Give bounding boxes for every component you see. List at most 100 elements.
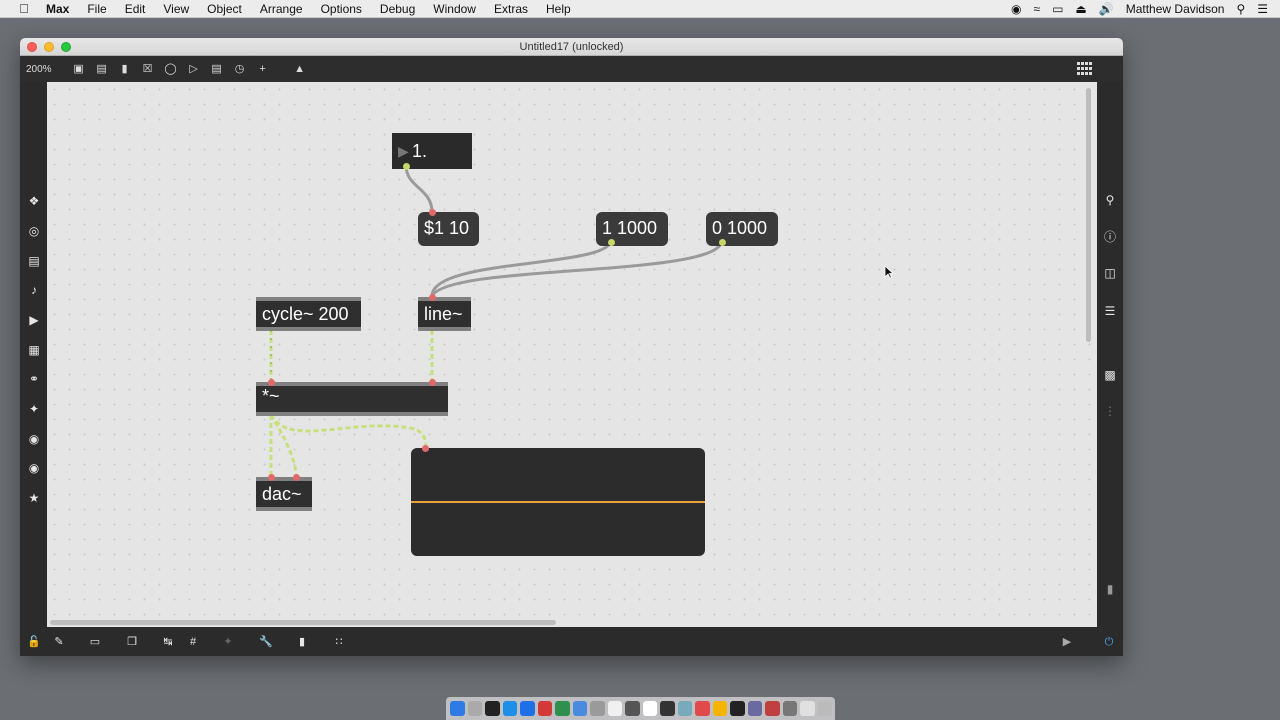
- scope-inlet[interactable]: [422, 445, 429, 452]
- paint-format-icon[interactable]: ▲: [293, 62, 307, 76]
- apple-menu-icon[interactable]: : [16, 1, 32, 16]
- dock-app-icon[interactable]: [712, 701, 728, 716]
- audio-power-icon[interactable]: ⏻: [1102, 635, 1116, 649]
- volume-icon[interactable]: 🔊: [1099, 2, 1114, 16]
- msg-ramp-inlet[interactable]: [429, 209, 436, 216]
- message-box-fade-in[interactable]: 1 1000: [596, 212, 668, 246]
- music-note-icon[interactable]: ♪: [27, 283, 41, 297]
- airplay-icon[interactable]: ▭: [1052, 2, 1063, 16]
- list-icon[interactable]: ☰: [1103, 304, 1117, 318]
- dock-app-icon[interactable]: [660, 701, 675, 716]
- line-object[interactable]: line~: [418, 297, 471, 331]
- menu-arrange[interactable]: Arrange: [260, 2, 303, 16]
- mixer-icon[interactable]: ⋮: [1103, 404, 1117, 418]
- dock-app-icon[interactable]: [572, 701, 588, 716]
- wrench-icon[interactable]: 🔧: [259, 635, 273, 649]
- close-window-button[interactable]: [27, 42, 37, 52]
- button-icon[interactable]: ◯: [164, 62, 178, 76]
- zoom-window-button[interactable]: [61, 42, 71, 52]
- edit-mode-icon[interactable]: ✎: [52, 635, 66, 649]
- minimize-window-button[interactable]: [44, 42, 54, 52]
- menu-window[interactable]: Window: [433, 2, 476, 16]
- playlist-icon[interactable]: ▶: [27, 313, 41, 327]
- dock-app-icon[interactable]: [642, 701, 658, 716]
- spotlight-search-icon[interactable]: ⚲: [1236, 2, 1245, 16]
- dac-right-inlet[interactable]: [293, 474, 300, 481]
- message-box-fade-out[interactable]: 0 1000: [706, 212, 778, 246]
- add-object-icon[interactable]: +: [256, 62, 270, 76]
- line-inlet[interactable]: [429, 294, 436, 301]
- inspector-icon[interactable]: ⓘ: [1103, 230, 1117, 244]
- menu-options[interactable]: Options: [321, 2, 362, 16]
- dial-icon[interactable]: ◷: [233, 62, 247, 76]
- dock-app-icon[interactable]: [590, 701, 605, 716]
- menu-help[interactable]: Help: [546, 2, 571, 16]
- puzzle-icon[interactable]: ✦: [27, 402, 41, 416]
- dock-app-icon[interactable]: [677, 701, 693, 716]
- search-icon[interactable]: ⚲: [1103, 193, 1117, 207]
- dac-left-inlet[interactable]: [268, 474, 275, 481]
- lock-icon[interactable]: 🔓: [27, 635, 41, 649]
- star-icon[interactable]: ★: [27, 491, 41, 505]
- number-box-icon[interactable]: ▷: [187, 62, 201, 76]
- target-icon[interactable]: ◎: [27, 224, 41, 238]
- message-box-ramp[interactable]: $1 10: [418, 212, 479, 246]
- slider-icon[interactable]: ▤: [210, 62, 224, 76]
- dock-app-icon[interactable]: [695, 701, 710, 716]
- number-box-outlet[interactable]: [403, 163, 410, 170]
- dock-app-icon[interactable]: [747, 701, 763, 716]
- horizontal-scrollbar[interactable]: [50, 620, 556, 625]
- dock-app-icon[interactable]: [625, 701, 640, 716]
- menu-view[interactable]: View: [163, 2, 189, 16]
- zoom-level[interactable]: 200%: [26, 64, 52, 75]
- grid-dots-icon[interactable]: ∷: [332, 635, 346, 649]
- vst-icon[interactable]: ◉: [27, 432, 41, 446]
- mul-left-inlet[interactable]: [268, 379, 275, 386]
- dock-app-icon[interactable]: [817, 701, 833, 716]
- packages-icon[interactable]: ❖: [27, 194, 41, 208]
- play-icon[interactable]: ▶: [1060, 635, 1074, 649]
- grid-view-icon[interactable]: [1077, 62, 1093, 76]
- menu-object[interactable]: Object: [207, 2, 242, 16]
- menu-extras[interactable]: Extras: [494, 2, 528, 16]
- dock-app-icon[interactable]: [765, 701, 780, 716]
- grid-icon[interactable]: #: [186, 635, 200, 649]
- paperclip-icon[interactable]: ⚭: [27, 372, 41, 386]
- menu-edit[interactable]: Edit: [125, 2, 146, 16]
- vertical-scrollbar[interactable]: [1086, 88, 1091, 342]
- scope-display[interactable]: [411, 448, 705, 556]
- toggle-icon[interactable]: ☒: [141, 62, 155, 76]
- dock-app-icon[interactable]: [502, 701, 518, 716]
- keyboard-icon[interactable]: ▮: [295, 635, 309, 649]
- new-object-icon[interactable]: ▣: [72, 62, 86, 76]
- autolock-icon[interactable]: ↹: [161, 635, 175, 649]
- comment-icon[interactable]: ▮: [118, 62, 132, 76]
- notification-center-icon[interactable]: ☰: [1257, 2, 1268, 16]
- msg-fade-out-outlet[interactable]: [719, 239, 726, 246]
- menu-file[interactable]: File: [87, 2, 106, 16]
- dock-app-icon[interactable]: [450, 701, 465, 716]
- layers-icon[interactable]: ❐: [125, 635, 139, 649]
- reference-book-icon[interactable]: ◫: [1103, 266, 1117, 280]
- snap-icon[interactable]: ✦: [221, 635, 235, 649]
- dock-app-icon[interactable]: [782, 701, 798, 716]
- image-icon[interactable]: ▦: [27, 343, 41, 357]
- dock-app-icon[interactable]: [467, 701, 483, 716]
- media-strip-icon[interactable]: ▤: [27, 254, 41, 268]
- presentation-icon[interactable]: ▭: [88, 635, 102, 649]
- dock-app-icon[interactable]: [485, 701, 500, 716]
- dock-app-icon[interactable]: [800, 701, 815, 716]
- msg-fade-in-outlet[interactable]: [608, 239, 615, 246]
- info-circle-icon[interactable]: ◉: [27, 461, 41, 475]
- menu-debug[interactable]: Debug: [380, 2, 415, 16]
- dock-app-icon[interactable]: [607, 701, 623, 716]
- dac-object[interactable]: dac~: [256, 477, 312, 511]
- user-name[interactable]: Matthew Davidson: [1126, 2, 1225, 16]
- eject-icon[interactable]: ⏏: [1075, 2, 1086, 16]
- cycle-object[interactable]: cycle~ 200: [256, 297, 361, 331]
- dock-app-icon[interactable]: [555, 701, 570, 716]
- multiply-object[interactable]: *~: [256, 382, 448, 416]
- dock-app-icon[interactable]: [520, 701, 535, 716]
- snapshot-icon[interactable]: ▩: [1103, 368, 1117, 382]
- message-box-icon[interactable]: ▤: [95, 62, 109, 76]
